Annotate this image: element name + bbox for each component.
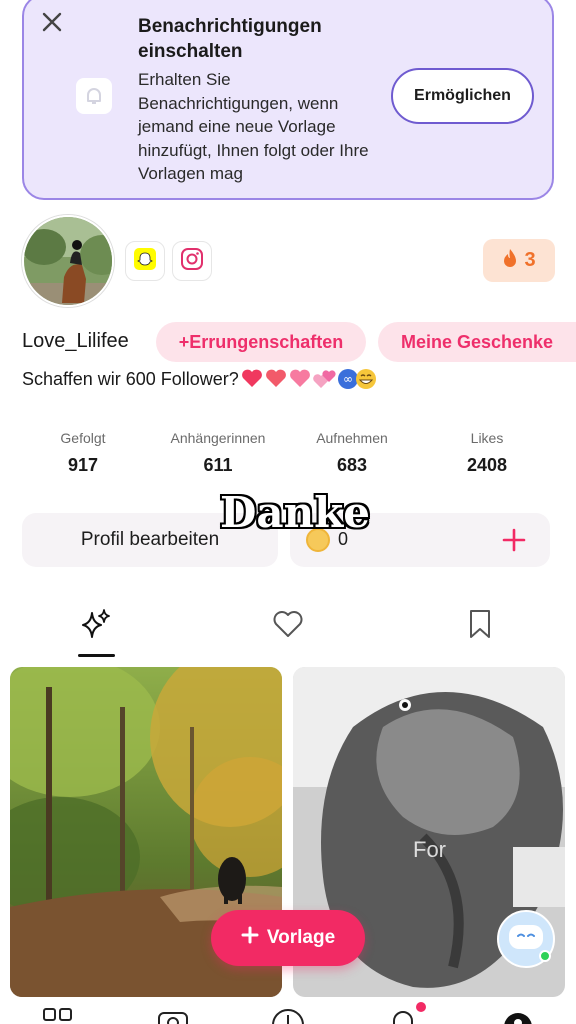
stat-label: Aufnehmen [316,430,388,446]
stat-likes[interactable]: Likes 2408 [422,430,552,476]
nav-camera[interactable] [156,1007,190,1024]
download-icon [271,1007,305,1024]
stat-followers[interactable]: Anhängerinnen 611 [153,430,283,476]
bell-icon [76,78,112,114]
create-template-button[interactable]: Vorlage [211,910,365,966]
stat-value: 683 [336,455,368,475]
tab-active-indicator [78,654,115,657]
tab-likes[interactable] [268,606,308,646]
banner-description: Erhalten Sie Benachrichtigungen, wenn je… [138,70,369,183]
achievements-button[interactable]: +Errungenschaften [156,322,366,362]
notification-banner: Benachrichtigungen einschalten Erhalten … [22,0,554,200]
stat-value: 611 [203,455,233,475]
tab-saved[interactable] [460,606,500,646]
banner-title: Benachrichtigungen einschalten [138,16,322,62]
add-coins-icon[interactable] [500,526,528,554]
nav-home[interactable] [41,1007,75,1024]
stat-following[interactable]: Gefolgt 917 [18,430,148,476]
create-template-label: Vorlage [266,927,336,948]
nav-notifications[interactable] [386,1007,420,1024]
bio: Schaffen wir 600 Follower? ∞ [22,368,376,390]
stat-label: Gefolgt [60,430,106,446]
svg-text:∞: ∞ [343,372,353,386]
avatar[interactable] [22,215,114,307]
instagram-icon [181,247,203,275]
nav-download[interactable] [271,1007,305,1024]
grid-icon [41,1007,75,1024]
bio-text: Schaffen wir 600 Follower? [22,368,239,389]
online-indicator [539,950,551,962]
username: Love_Lilifee [22,330,129,352]
close-icon[interactable] [40,10,64,34]
stat-recordings[interactable]: Aufnehmen 683 [287,430,417,476]
gifts-button[interactable]: Meine Geschenke [378,322,576,362]
stat-label: Likes [470,430,504,446]
profile-icon [501,1007,535,1024]
snapchat-icon [134,247,156,275]
flame-icon [502,248,518,274]
bio-emojis: ∞ [241,368,376,390]
notification-dot [416,1002,426,1012]
stat-value: 2408 [466,455,508,475]
streak-badge[interactable]: 3 [483,239,555,282]
stat-label: Anhängerinnen [170,430,266,446]
video-overlay-text: Danke [220,488,370,537]
camera-icon [156,1007,190,1024]
card-overlay-text: For [413,837,446,862]
bottom-nav [0,997,576,1024]
bookmark-icon [466,608,494,645]
tab-templates[interactable] [76,606,116,646]
assistant-bot-button[interactable] [497,910,555,968]
instagram-button[interactable] [172,241,212,281]
bell-icon [386,1007,420,1024]
snapchat-button[interactable] [125,241,165,281]
streak-count: 3 [524,249,536,271]
plus-icon [241,926,259,950]
heart-icon [272,609,304,644]
sparkle-icon [79,607,113,646]
stat-value: 917 [67,455,99,475]
nav-profile[interactable] [501,1007,535,1024]
enable-notifications-button[interactable]: Ermöglichen [391,68,534,124]
